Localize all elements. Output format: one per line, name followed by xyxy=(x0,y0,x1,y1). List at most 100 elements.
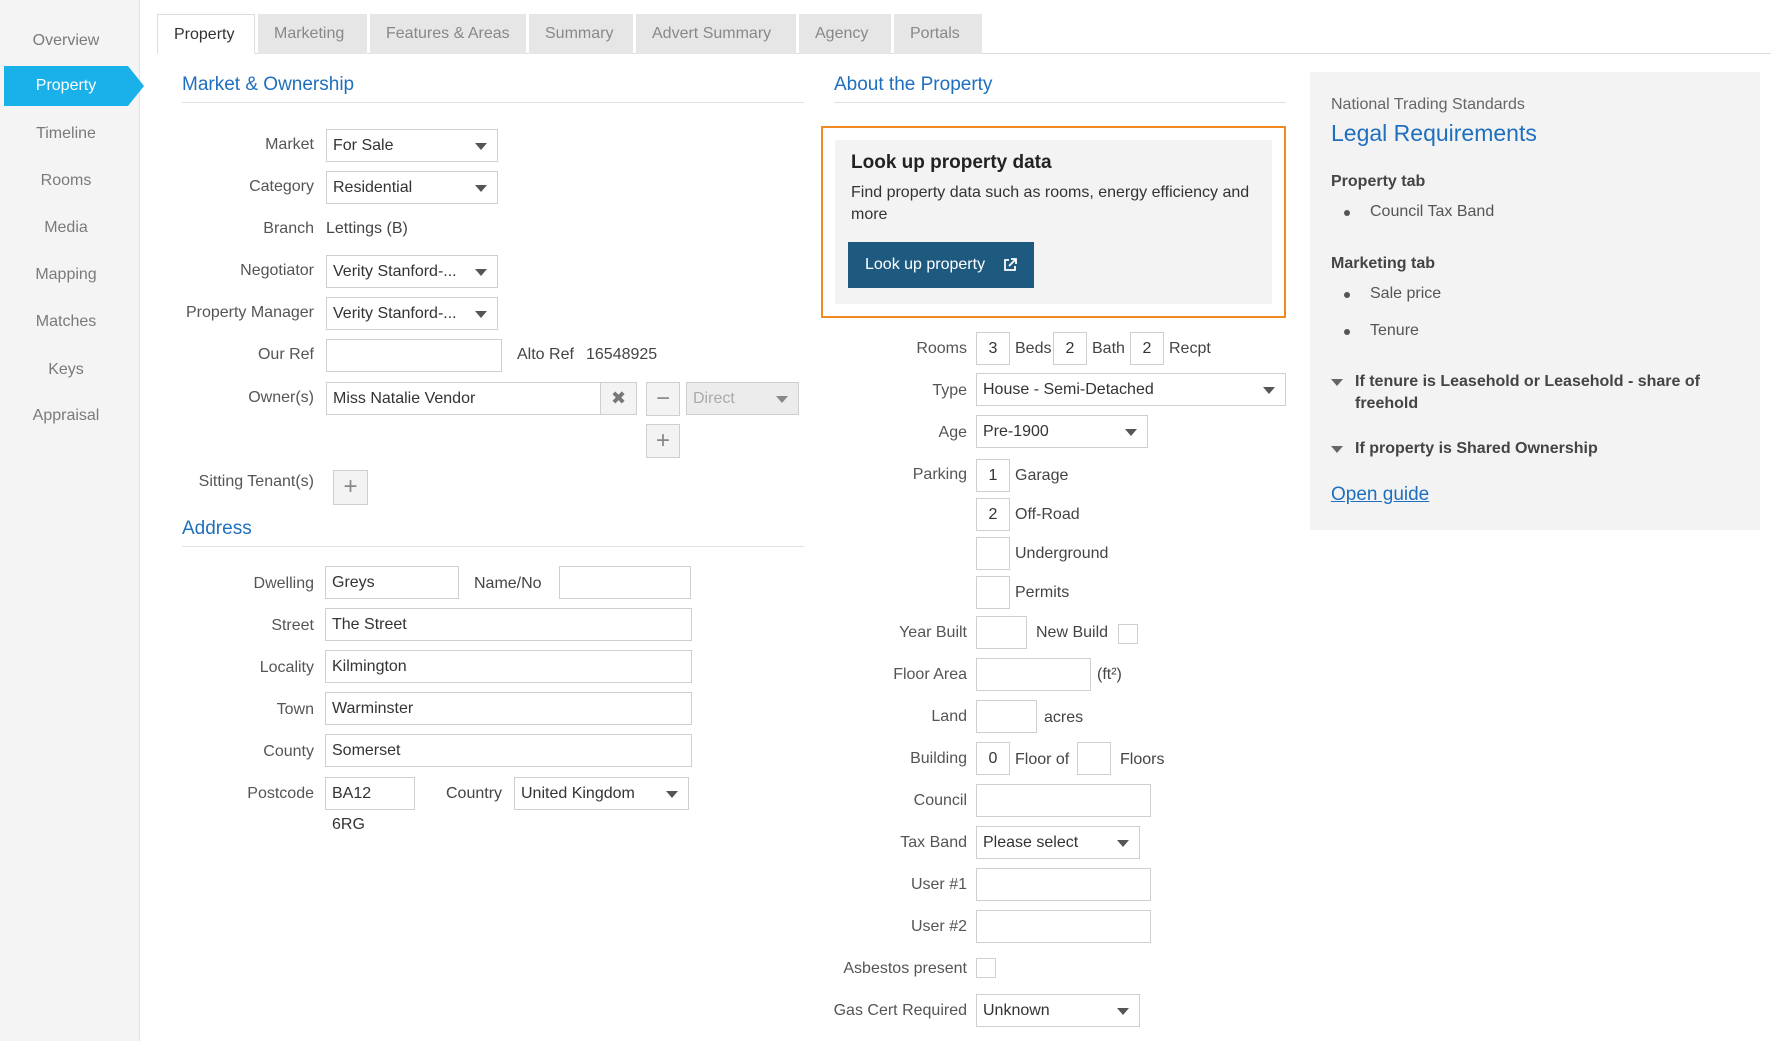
name-no-input[interactable] xyxy=(559,566,691,599)
legal-kicker: National Trading Standards xyxy=(1331,96,1525,113)
property-manager-value: Verity Stanford-... xyxy=(333,305,457,322)
user1-input[interactable] xyxy=(976,868,1151,901)
sidebar-item-media[interactable]: Media xyxy=(4,208,128,248)
branch-value: Lettings (B) xyxy=(326,220,408,237)
new-build-checkbox[interactable] xyxy=(1118,624,1138,644)
tax-band-select[interactable]: Please select xyxy=(976,826,1140,859)
lookup-title: Look up property data xyxy=(851,152,1052,173)
type-value: House - Semi-Detached xyxy=(983,381,1154,398)
lookup-card: Look up property data Find property data… xyxy=(821,126,1286,318)
postcode-input[interactable]: BA12 6RG xyxy=(325,777,415,833)
tab-agency[interactable]: Agency xyxy=(799,14,891,54)
type-select[interactable]: House - Semi-Detached xyxy=(976,373,1286,406)
owner-type-select[interactable]: Direct xyxy=(686,382,799,415)
locality-label: Locality xyxy=(259,659,314,676)
sidebar-item-matches[interactable]: Matches xyxy=(4,302,128,342)
floor-area-input[interactable] xyxy=(976,658,1091,691)
postcode-label: Postcode xyxy=(247,785,314,802)
offroad-label: Off-Road xyxy=(1015,506,1080,523)
land-unit: acres xyxy=(1044,709,1084,726)
minus-icon: − xyxy=(655,385,670,412)
gas-cert-select[interactable]: Unknown xyxy=(976,994,1140,1027)
open-guide-link[interactable]: Open guide xyxy=(1331,484,1429,506)
beds-input[interactable]: 3 xyxy=(976,332,1010,365)
floor-area-label: Floor Area xyxy=(893,666,967,683)
tab-property[interactable]: Property xyxy=(157,14,255,54)
tab-features-areas[interactable]: Features & Areas xyxy=(370,14,526,54)
asbestos-checkbox[interactable] xyxy=(976,958,996,978)
look-up-property-label: Look up property xyxy=(865,256,986,273)
permits-input[interactable] xyxy=(976,576,1010,609)
market-select[interactable]: For Sale xyxy=(326,129,498,162)
tab-marketing[interactable]: Marketing xyxy=(258,14,367,54)
legal-property-tab-heading: Property tab xyxy=(1331,173,1426,190)
town-input[interactable]: Warminster xyxy=(325,692,692,725)
age-select[interactable]: Pre-1900 xyxy=(976,415,1148,448)
land-input[interactable] xyxy=(976,700,1037,733)
owner-field[interactable]: Miss Natalie Vendor xyxy=(326,382,601,415)
owner-type-value: Direct xyxy=(693,390,735,407)
negotiator-value: Verity Stanford-... xyxy=(333,263,457,280)
permits-label: Permits xyxy=(1015,584,1070,601)
dwelling-input[interactable]: Greys xyxy=(325,566,459,599)
remove-owner-button[interactable]: ✖ xyxy=(600,382,637,415)
alto-ref-label: Alto Ref xyxy=(517,346,574,363)
offroad-input[interactable]: 2 xyxy=(976,498,1010,531)
sidebar-item-mapping[interactable]: Mapping xyxy=(4,255,128,295)
toggle-shared-ownership-label: If property is Shared Ownership xyxy=(1355,440,1598,457)
year-built-label: Year Built xyxy=(899,624,967,641)
building-floor-input[interactable]: 0 xyxy=(976,742,1010,775)
negotiator-select[interactable]: Verity Stanford-... xyxy=(326,255,498,288)
tab-summary[interactable]: Summary xyxy=(529,14,633,54)
category-value: Residential xyxy=(333,179,413,196)
category-select[interactable]: Residential xyxy=(326,171,498,204)
sidebar-item-appraisal[interactable]: Appraisal xyxy=(4,396,128,436)
user2-label: User #2 xyxy=(910,918,967,935)
toggle-shared-ownership[interactable]: If property is Shared Ownership xyxy=(1331,438,1731,460)
new-build-label: New Build xyxy=(1036,624,1109,641)
sidebar-item-timeline[interactable]: Timeline xyxy=(4,114,128,154)
our-ref-input[interactable] xyxy=(326,339,502,372)
locality-input[interactable]: Kilmington xyxy=(325,650,692,683)
sidebar-item-overview[interactable]: Overview xyxy=(4,21,128,61)
add-owner-button[interactable]: + xyxy=(646,424,680,458)
council-label: Council xyxy=(913,792,967,809)
country-select[interactable]: United Kingdom xyxy=(514,777,689,810)
gas-cert-label: Gas Cert Required xyxy=(833,1002,967,1019)
beds-label: Beds xyxy=(1015,340,1052,357)
add-sitting-tenant-button[interactable]: + xyxy=(333,470,368,505)
street-input[interactable]: The Street xyxy=(325,608,692,641)
council-input[interactable] xyxy=(976,784,1151,817)
chevron-down-icon xyxy=(475,143,487,150)
sidebar-item-keys[interactable]: Keys xyxy=(4,350,128,390)
tab-advert-summary[interactable]: Advert Summary xyxy=(636,14,796,54)
floors-label: Floors xyxy=(1120,751,1165,768)
year-built-input[interactable] xyxy=(976,616,1027,649)
user2-input[interactable] xyxy=(976,910,1151,943)
lookup-description: Find property data such as rooms, energy… xyxy=(851,184,1250,223)
bath-input[interactable]: 2 xyxy=(1053,332,1087,365)
garage-input[interactable]: 1 xyxy=(976,459,1010,492)
alto-ref-value: 16548925 xyxy=(586,346,658,363)
market-value: For Sale xyxy=(333,137,394,154)
chevron-down-icon xyxy=(475,311,487,318)
property-manager-select[interactable]: Verity Stanford-... xyxy=(326,297,498,330)
toggle-leasehold[interactable]: If tenure is Leasehold or Leasehold - sh… xyxy=(1331,371,1731,415)
look-up-property-button[interactable]: Look up property xyxy=(848,242,1034,288)
legal-property-item: Council Tax Band xyxy=(1343,203,1495,220)
total-floors-input[interactable] xyxy=(1077,742,1111,775)
chevron-down-icon xyxy=(1263,387,1275,394)
sidebar-item-property[interactable]: Property xyxy=(4,66,144,106)
toggle-leasehold-label: If tenure is Leasehold or Leasehold - sh… xyxy=(1355,373,1700,412)
tab-portals[interactable]: Portals xyxy=(894,14,982,54)
gas-cert-value: Unknown xyxy=(983,1002,1050,1019)
collapse-owner-button[interactable]: − xyxy=(646,382,680,416)
recpt-input[interactable]: 2 xyxy=(1130,332,1164,365)
sidebar-item-rooms[interactable]: Rooms xyxy=(4,161,128,201)
user1-label: User #1 xyxy=(910,876,967,893)
county-input[interactable]: Somerset xyxy=(325,734,692,767)
underground-input[interactable] xyxy=(976,537,1010,570)
external-link-icon xyxy=(1004,258,1017,271)
caret-down-icon xyxy=(1331,446,1343,453)
garage-label: Garage xyxy=(1015,467,1069,484)
